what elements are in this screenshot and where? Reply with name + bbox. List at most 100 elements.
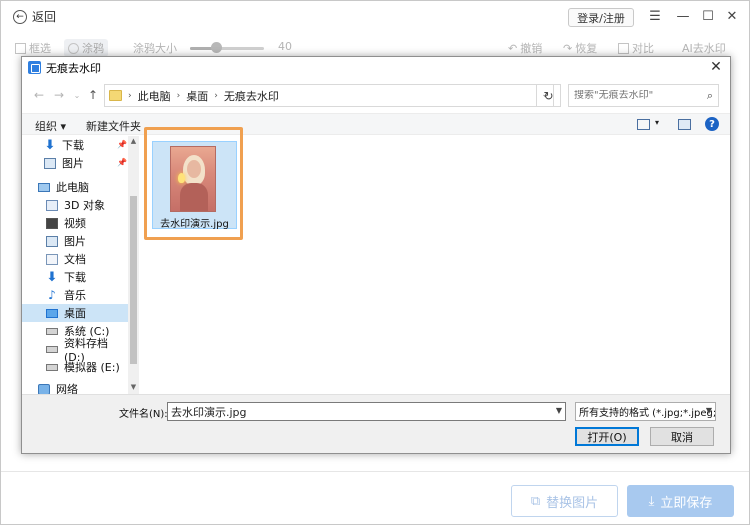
- chevron-right-icon: ›: [214, 90, 218, 101]
- search-box[interactable]: ⌕: [568, 84, 719, 107]
- login-button[interactable]: 登录/注册: [568, 8, 634, 27]
- help-icon[interactable]: ?: [705, 117, 719, 131]
- nav-item-label: 音乐: [64, 289, 86, 302]
- marquee-tool[interactable]: 框选: [15, 40, 51, 56]
- nav-item-downloads[interactable]: ⬇ 下载: [22, 268, 128, 286]
- filename-value: 去水印演示.jpg: [171, 405, 247, 419]
- close-icon[interactable]: ✕: [723, 7, 741, 25]
- nav-scrollbar[interactable]: ▲ ▼: [128, 136, 139, 394]
- app-bottom-bar: ⧉ 替换图片 ⤓ 立即保存: [1, 471, 749, 524]
- recent-dropdown-icon[interactable]: ⌄: [70, 88, 84, 102]
- nav-item-pictures-pinned[interactable]: 图片 📌: [22, 154, 128, 172]
- nav-item-this-pc[interactable]: 此电脑: [22, 178, 128, 196]
- chevron-right-icon: ›: [176, 90, 181, 101]
- redo-label: 恢复: [575, 42, 598, 55]
- back-label: 返回: [32, 10, 57, 24]
- nav-item-label: 图片: [62, 157, 84, 170]
- file-type-select[interactable]: 所有支持的格式 (*.jpg;*.jpeg;* ▼: [575, 402, 716, 421]
- nav-item-documents[interactable]: 文档: [22, 250, 128, 268]
- nav-item-network[interactable]: 网络: [22, 380, 128, 394]
- paint-tool[interactable]: 涂鸦: [64, 39, 108, 57]
- save-label: 立即保存: [660, 495, 713, 511]
- minimize-icon[interactable]: —: [674, 7, 692, 25]
- back-button[interactable]: ← 返回: [13, 8, 56, 25]
- drive-icon: [46, 327, 58, 335]
- view-options-icon[interactable]: [637, 119, 650, 130]
- search-input[interactable]: [574, 90, 699, 101]
- command-bar: 组织 ▾ 新建文件夹 ▾ ?: [22, 113, 730, 135]
- marquee-label: 框选: [29, 42, 51, 55]
- preview-pane-icon[interactable]: [678, 119, 691, 130]
- undo-button[interactable]: ↶ 撤销: [508, 40, 542, 56]
- chevron-down-icon[interactable]: ▼: [556, 406, 562, 415]
- replace-image-button[interactable]: ⧉ 替换图片: [511, 485, 618, 517]
- nav-item-desktop[interactable]: 桌面: [22, 304, 128, 322]
- compare-button[interactable]: 对比: [618, 40, 654, 56]
- nav-item-label: 视频: [64, 217, 86, 230]
- pin-icon: 📌: [117, 158, 127, 167]
- nav-item-drive-e[interactable]: 模拟器 (E:): [22, 358, 128, 376]
- documents-icon: [46, 253, 58, 265]
- folder-icon: [109, 90, 122, 101]
- dialog-close-icon[interactable]: ✕: [708, 59, 724, 75]
- pictures-icon: [44, 157, 56, 169]
- breadcrumb-item[interactable]: 桌面: [186, 88, 208, 104]
- view-dropdown-icon[interactable]: ▾: [655, 118, 659, 127]
- nav-item-drive-d[interactable]: 资料存档 (D:): [22, 337, 128, 364]
- brush-size-label: 涂鸦大小: [133, 42, 177, 55]
- replace-icon: ⧉: [530, 493, 541, 509]
- nav-item-videos[interactable]: 视频: [22, 214, 128, 232]
- search-icon: ⌕: [706, 89, 713, 102]
- replace-label: 替换图片: [546, 495, 599, 511]
- breadcrumb-item[interactable]: 此电脑: [138, 88, 171, 104]
- navigation-pane: ⬇ 下载 📌 图片 📌 此电脑 3D 对象 视频 图片 文档 ⬇ 下载 ♪ 音乐…: [22, 136, 140, 394]
- back-nav-icon[interactable]: ←: [32, 88, 46, 102]
- ai-watermark-button[interactable]: AI去水印: [682, 40, 726, 56]
- refresh-icon: ↻: [543, 88, 554, 103]
- cancel-button[interactable]: 取消: [650, 427, 714, 446]
- nav-item-music[interactable]: ♪ 音乐: [22, 286, 128, 304]
- refresh-button[interactable]: ↻: [536, 84, 561, 107]
- filename-label: 文件名(N):: [119, 409, 168, 420]
- dialog-title: 无痕去水印: [46, 61, 101, 75]
- filename-input[interactable]: 去水印演示.jpg ▼: [167, 402, 566, 421]
- brush-size-slider[interactable]: [190, 47, 264, 50]
- nav-item-label: 下载: [62, 139, 84, 152]
- nav-item-3d-objects[interactable]: 3D 对象: [22, 196, 128, 214]
- scroll-down-icon[interactable]: ▼: [128, 382, 139, 392]
- file-highlight-box: [144, 127, 243, 240]
- nav-item-label: 网络: [56, 383, 78, 394]
- breadcrumb-item[interactable]: 无痕去水印: [224, 88, 279, 104]
- scroll-up-icon[interactable]: ▲: [128, 136, 139, 146]
- download-icon: ⬇: [44, 137, 56, 153]
- redo-icon: ↷: [563, 41, 573, 55]
- desktop-icon: [46, 308, 58, 318]
- up-folder-icon[interactable]: ↑: [86, 88, 100, 102]
- scroll-thumb[interactable]: [130, 196, 137, 364]
- nav-item-label: 3D 对象: [64, 199, 105, 212]
- forward-nav-icon[interactable]: →: [52, 88, 66, 102]
- organize-menu[interactable]: 组织 ▾: [35, 118, 66, 134]
- address-bar[interactable]: › 此电脑 › 桌面 › 无痕去水印 ⌄: [104, 84, 554, 107]
- redo-button[interactable]: ↷ 恢复: [563, 40, 597, 56]
- chevron-down-icon[interactable]: ▼: [706, 406, 712, 415]
- brush-size-knob[interactable]: [211, 42, 222, 53]
- new-folder-button[interactable]: 新建文件夹: [86, 118, 141, 134]
- nav-item-label: 文档: [64, 253, 86, 266]
- paint-label: 涂鸦: [82, 42, 104, 55]
- app-logo-icon: [28, 61, 41, 74]
- nav-item-downloads-pinned[interactable]: ⬇ 下载 📌: [22, 136, 128, 154]
- file-type-value: 所有支持的格式 (*.jpg;*.jpeg;*: [579, 408, 716, 419]
- menu-icon[interactable]: ☰: [646, 7, 664, 25]
- chevron-right-icon: ›: [128, 90, 132, 101]
- download-icon: ⤓: [648, 493, 655, 509]
- nav-item-pictures[interactable]: 图片: [22, 232, 128, 250]
- computer-icon: [38, 182, 50, 192]
- save-now-button[interactable]: ⤓ 立即保存: [627, 485, 734, 517]
- nav-item-label: 图片: [64, 235, 86, 248]
- address-row: ← → ⌄ ↑ › 此电脑 › 桌面 › 无痕去水印 ⌄ ↻ ⌕: [22, 82, 730, 110]
- compare-label: 对比: [632, 42, 654, 55]
- undo-label: 撤销: [520, 42, 543, 55]
- open-button[interactable]: 打开(O): [575, 427, 639, 446]
- maximize-icon[interactable]: ☐: [699, 7, 717, 25]
